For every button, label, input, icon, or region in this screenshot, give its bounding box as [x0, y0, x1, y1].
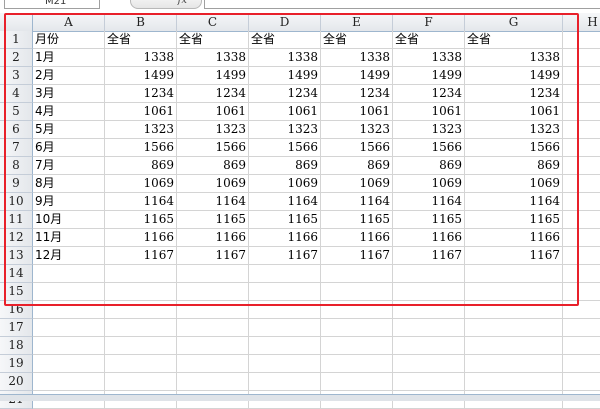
cell-b18[interactable] [105, 337, 177, 355]
cell-g20[interactable] [465, 373, 563, 391]
cell-h19[interactable] [563, 355, 600, 373]
cell-e20[interactable] [321, 373, 393, 391]
cell-a18[interactable] [33, 337, 105, 355]
cell-f18[interactable] [393, 337, 465, 355]
row-header-18[interactable]: 18 [0, 337, 33, 355]
formula-bar-row: M21 fx [0, 0, 600, 10]
cell-a17[interactable] [33, 319, 105, 337]
cell-g18[interactable] [465, 337, 563, 355]
cell-a20[interactable] [33, 373, 105, 391]
cell-b19[interactable] [105, 355, 177, 373]
formula-input[interactable] [204, 0, 600, 9]
cell-b17[interactable] [105, 319, 177, 337]
row-header-17[interactable]: 17 [0, 319, 33, 337]
cell-g17[interactable] [465, 319, 563, 337]
cell-d20[interactable] [249, 373, 321, 391]
cell-b20[interactable] [105, 373, 177, 391]
cell-c17[interactable] [177, 319, 249, 337]
insert-function-button[interactable]: fx [130, 0, 202, 9]
cell-d18[interactable] [249, 337, 321, 355]
cell-g19[interactable] [465, 355, 563, 373]
cell-c20[interactable] [177, 373, 249, 391]
cell-e18[interactable] [321, 337, 393, 355]
cell-f19[interactable] [393, 355, 465, 373]
cell-e17[interactable] [321, 319, 393, 337]
cell-c19[interactable] [177, 355, 249, 373]
cell-d19[interactable] [249, 355, 321, 373]
cell-h18[interactable] [563, 337, 600, 355]
cell-h20[interactable] [563, 373, 600, 391]
name-box[interactable]: M21 [4, 0, 100, 9]
cell-e19[interactable] [321, 355, 393, 373]
cell-c18[interactable] [177, 337, 249, 355]
row-header-19[interactable]: 19 [0, 355, 33, 373]
cell-f20[interactable] [393, 373, 465, 391]
red-highlight-box [4, 13, 579, 306]
row-header-20[interactable]: 20 [0, 373, 33, 391]
cell-a19[interactable] [33, 355, 105, 373]
cell-f17[interactable] [393, 319, 465, 337]
cell-d17[interactable] [249, 319, 321, 337]
cell-h17[interactable] [563, 319, 600, 337]
